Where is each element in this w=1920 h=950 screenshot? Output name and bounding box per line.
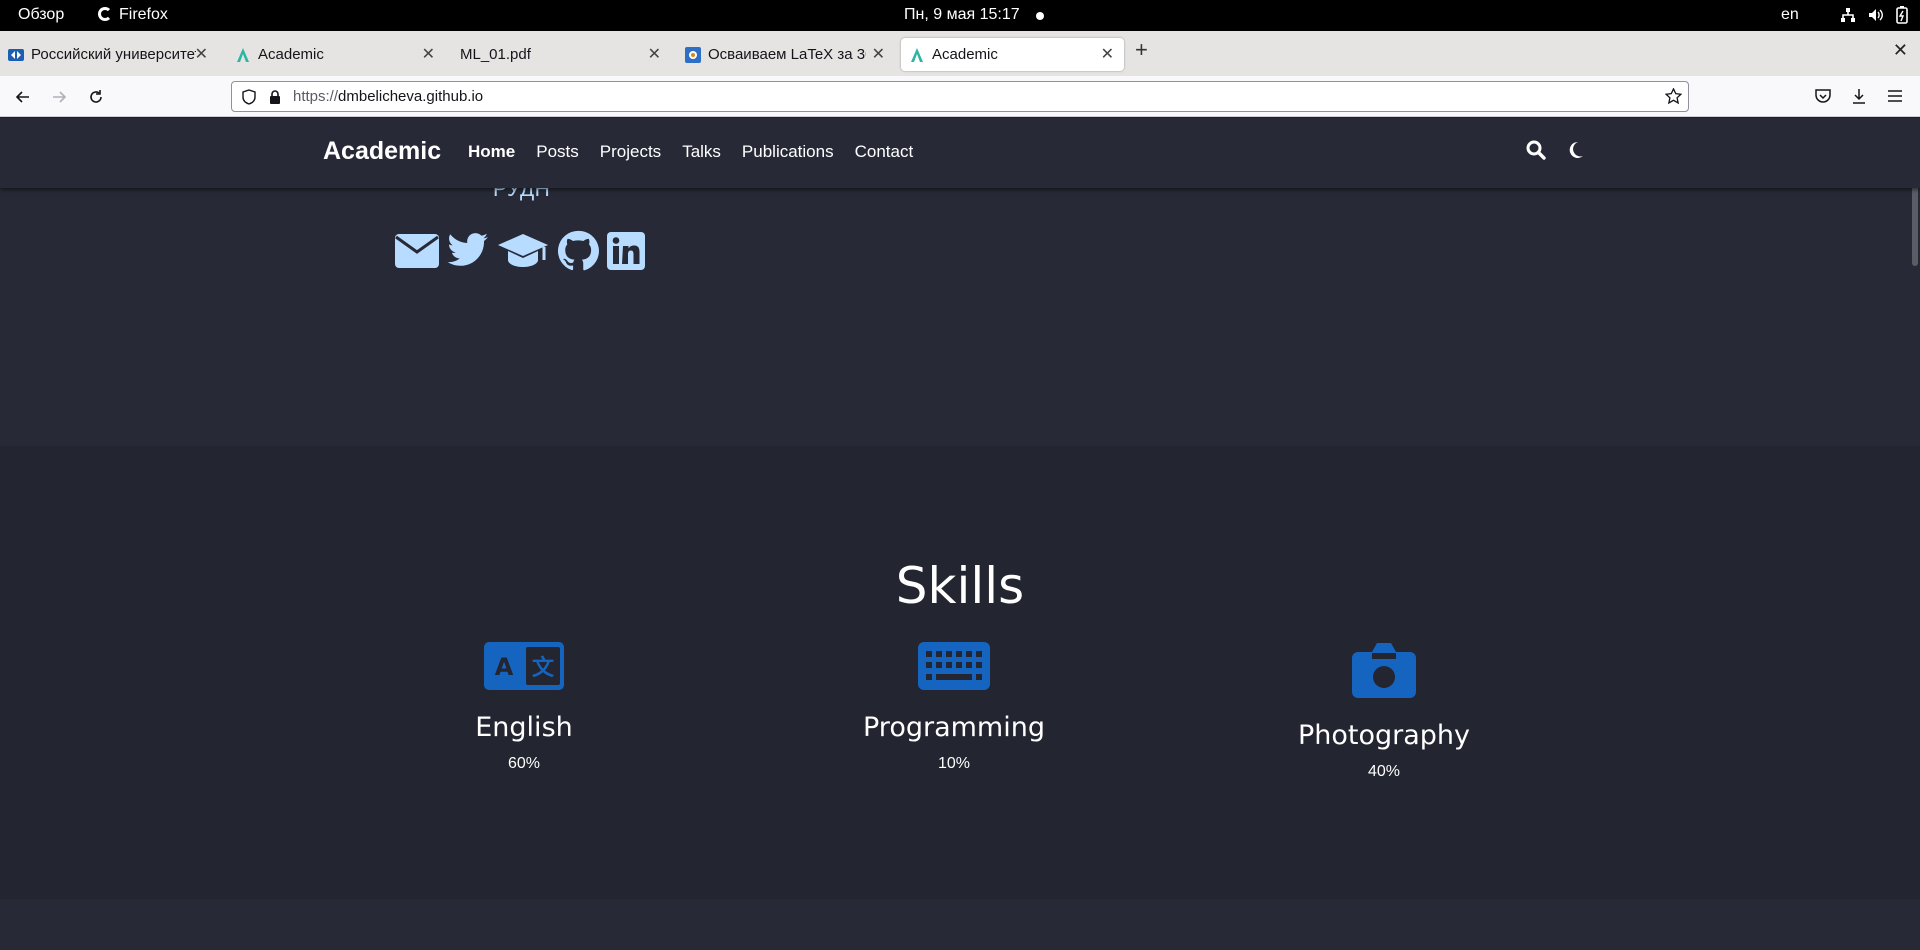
arrow-right-icon [53,91,67,103]
pocket-icon[interactable] [1815,89,1831,104]
menu-home[interactable]: Home [468,142,515,162]
github-icon[interactable] [557,230,599,272]
tab-academic-1[interactable]: Academic ✕ [227,38,445,71]
new-tab-button[interactable]: + [1135,39,1148,61]
network-icon [1841,8,1855,22]
reload-icon [90,90,102,103]
skills-title: Skills [895,557,1025,615]
next-section [0,899,1920,950]
downloads-icon[interactable] [1851,88,1867,104]
page-scrollbar[interactable] [1912,178,1918,266]
web-page: Academic Home Posts Projects Talks Publi… [0,118,1920,950]
academic-favicon-icon [237,48,249,62]
menu-projects[interactable]: Projects [600,142,661,162]
keyboard-icon [918,642,990,690]
tab-strip: Российский университет ✕ Academic ✕ ML_0… [0,31,1920,76]
linkedin-icon[interactable] [607,232,645,270]
forward-button[interactable] [46,84,72,110]
close-tab-icon[interactable]: ✕ [648,44,661,64]
close-tab-icon[interactable]: ✕ [872,44,885,64]
arrow-left-icon [15,91,29,103]
url-host: dmbelicheva.github.io [338,88,484,105]
url-protocol: https:// [293,88,339,105]
system-top-bar: Обзор Firefox Пн, 9 мая 15:17 en [0,0,1920,31]
about-section: РУДН [0,178,1920,448]
bookmark-star-icon[interactable] [1665,88,1682,105]
skill-value: 40% [1367,763,1401,780]
site-menu: Home Posts Projects Talks Publications C… [468,142,934,162]
skills-section: Skills A 文 English 60% Programming 10% P… [0,446,1920,899]
envelope-icon[interactable] [395,234,439,268]
window-close-icon[interactable]: ✕ [1893,40,1908,61]
close-tab-icon[interactable]: ✕ [195,44,208,64]
svg-text:A: A [495,653,514,681]
skill-photography: Photography 40% [1234,642,1534,781]
tab-title: Academic [258,46,324,63]
menu-publications[interactable]: Publications [742,142,834,162]
skill-value: 60% [507,755,541,772]
tab-title: Российский университет [31,46,196,63]
tab-academic-active[interactable]: Academic ✕ [901,38,1124,71]
skill-english: A 文 English 60% [374,642,674,773]
tab-rudn[interactable]: Российский университет ✕ [0,38,218,71]
lock-icon[interactable] [269,89,281,105]
close-tab-icon[interactable]: ✕ [1101,44,1114,64]
tab-title: ML_01.pdf [460,46,531,63]
back-button[interactable] [10,84,36,110]
skill-value: 10% [937,755,971,772]
menu-contact[interactable]: Contact [855,142,914,162]
activities-button[interactable]: Обзор [18,6,64,24]
app-menu[interactable]: Firefox [98,6,168,24]
moon-icon[interactable] [1566,140,1584,160]
twitter-icon[interactable] [447,233,489,269]
url-text[interactable]: https://dmbelicheva.github.io [293,88,483,105]
tab-pdf[interactable]: ML_01.pdf ✕ [453,38,671,71]
menu-talks[interactable]: Talks [682,142,721,162]
volume-icon [1869,9,1883,21]
graduation-cap-icon[interactable] [497,232,549,270]
tab-title: Осваиваем LaTeX за 30 м [708,46,866,63]
firefox-icon [98,7,112,21]
navigation-toolbar: https://dmbelicheva.github.io [0,76,1920,117]
svg-text:文: 文 [532,655,555,681]
hamburger-menu-icon[interactable] [1887,89,1903,103]
rudn-favicon-icon [8,49,24,61]
close-tab-icon[interactable]: ✕ [422,44,435,64]
menu-posts[interactable]: Posts [536,142,579,162]
shield-icon[interactable] [242,89,256,105]
skill-programming: Programming 10% [804,642,1104,773]
skill-name: Photography [1297,720,1471,751]
overleaf-favicon-icon [685,47,701,63]
skill-name: Programming [863,712,1045,743]
social-links [395,230,645,272]
site-navbar: Academic Home Posts Projects Talks Publi… [0,118,1920,188]
app-menu-label: Firefox [119,6,168,23]
notification-dot [1036,12,1044,20]
url-bar[interactable]: https://dmbelicheva.github.io [231,81,1689,112]
keyboard-layout[interactable]: en [1781,6,1799,24]
tab-overleaf[interactable]: Осваиваем LaTeX за 30 м ✕ [677,38,895,71]
tab-title: Academic [932,46,998,63]
camera-icon [1352,643,1416,698]
site-brand[interactable]: Academic [323,137,441,166]
clock[interactable]: Пн, 9 мая 15:17 [904,6,1020,24]
skill-name: English [475,712,573,743]
system-tray[interactable] [1840,6,1908,24]
battery-icon [1896,6,1908,24]
search-icon[interactable] [1526,140,1546,160]
reload-button[interactable] [83,84,109,110]
language-icon: A 文 [484,642,564,690]
academic-favicon-icon [911,48,923,62]
